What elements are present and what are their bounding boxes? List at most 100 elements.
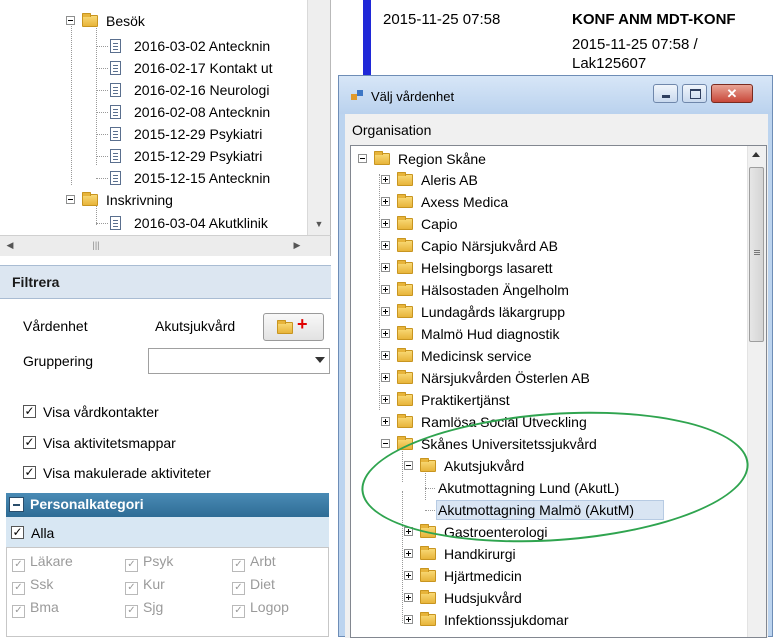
folder-icon [397,216,413,230]
organisation-label: Organisation [352,122,432,138]
staff-category-header[interactable]: Personalkategori [6,493,329,517]
expand-icon[interactable] [404,615,413,624]
document-icon [110,127,121,141]
folder-icon [82,13,98,27]
expand-icon[interactable] [381,395,390,404]
folder-icon [82,192,98,206]
document-icon [110,105,121,119]
tree-horizontal-scrollbar[interactable]: ◀ ||| ▶ [0,235,331,256]
checkbox[interactable]: ✓ [23,405,36,418]
select-care-unit-button[interactable]: + [263,313,324,341]
folder-icon [397,238,413,252]
entry-timestamp: 2015-11-25 07:58 / [572,36,698,53]
collapse-icon[interactable] [9,497,24,512]
scroll-down-icon[interactable]: ▼ [311,216,327,232]
folder-icon [420,590,436,604]
expand-icon[interactable] [381,263,390,272]
folder-icon [420,458,436,472]
chevron-down-icon [315,357,325,363]
folder-icon [397,172,413,186]
staff-category-title: Personalkategori [30,496,144,512]
scroll-left-icon[interactable]: ◀ [2,237,18,253]
minimize-button[interactable] [653,84,678,103]
folder-icon [374,151,390,165]
folder-icon [397,436,413,450]
expand-icon[interactable] [404,549,413,558]
document-icon [110,39,121,53]
organisation-tree[interactable]: Region Skåne Aleris AB Axess Medica Capi… [350,145,767,638]
filter-title: Filtrera [12,274,60,290]
expand-icon[interactable] [381,175,390,184]
checkbox[interactable]: ✓ [23,436,36,449]
entry-color-bar [363,0,371,80]
staff-checkbox[interactable]: ✓ Läkare [12,553,73,572]
entry-date: 2015-11-25 07:58 [383,11,501,28]
collapse-icon[interactable] [358,154,367,163]
folder-icon [397,392,413,406]
tree-guide [379,174,380,410]
expand-icon[interactable] [381,197,390,206]
document-icon [110,149,121,163]
checkbox[interactable]: ✓ [11,526,24,539]
folder-icon [420,568,436,582]
folder-icon [397,194,413,208]
expand-icon[interactable] [381,373,390,382]
staff-checkbox[interactable]: ✓ Ssk [12,576,53,595]
tree-vertical-scrollbar[interactable]: ▼ [307,0,330,235]
checkbox[interactable]: ✓ [23,466,36,479]
scrollbar-grip-icon[interactable]: ||| [88,237,104,253]
dialog-title: Välj vårdenhet [371,89,455,104]
care-unit-value: Akutsjukvård [155,318,236,334]
staff-checkbox[interactable]: ✓ Logop [232,599,289,618]
staff-checkbox[interactable]: ✓ Psyk [125,553,173,572]
plus-icon: + [297,314,308,334]
select-care-unit-dialog: Välj vårdenhet ✕ Organisation Region Skå… [338,75,773,638]
maximize-button[interactable] [682,84,707,103]
close-button[interactable]: ✕ [711,84,753,103]
staff-checkbox[interactable]: ✓ Bma [12,599,59,618]
staff-all-row: ✓ Alla [6,517,329,547]
expand-icon[interactable] [381,241,390,250]
record-tree[interactable]: Besök 2016-03-02 Antecknin 2016-02-17 Ko… [0,0,331,235]
folder-icon [397,304,413,318]
staff-checkbox[interactable]: ✓ Arbt [232,553,276,572]
expand-icon[interactable] [404,593,413,602]
expand-icon[interactable] [404,571,413,580]
expand-icon[interactable] [381,307,390,316]
staff-checkbox[interactable]: ✓ Kur [125,576,165,595]
collapse-icon[interactable] [381,439,390,448]
dialog-titlebar[interactable]: Välj vårdenhet ✕ [339,76,772,114]
tree-guide [96,20,97,165]
scroll-up-icon[interactable] [752,152,760,157]
folder-icon [397,326,413,340]
folder-icon [420,546,436,560]
expand-icon[interactable] [381,417,390,426]
document-icon [110,61,121,75]
grouping-label: Gruppering [23,353,94,369]
collapse-icon[interactable] [66,16,75,25]
expand-icon[interactable] [381,219,390,228]
folder-icon [397,260,413,274]
document-icon [110,216,121,230]
scrollbar-thumb[interactable] [749,167,764,342]
staff-checkbox[interactable]: ✓ Sjg [125,599,163,618]
folder-icon [397,414,413,428]
app-icon [351,90,364,102]
organisation-vertical-scrollbar[interactable] [747,146,766,637]
staff-checkbox[interactable]: ✓ Diet [232,576,275,595]
expand-icon[interactable] [404,527,413,536]
expand-icon[interactable] [381,285,390,294]
collapse-icon[interactable] [66,195,75,204]
document-icon [110,83,121,97]
collapse-icon[interactable] [404,461,413,470]
expand-icon[interactable] [381,351,390,360]
expand-icon[interactable] [381,329,390,338]
folder-icon [420,612,436,626]
dialog-body: Organisation Region Skåne Aleris AB Axes… [345,114,768,638]
folder-icon [397,282,413,296]
care-unit-label: Vårdenhet [23,318,88,334]
scroll-right-icon[interactable]: ▶ [289,237,305,253]
grouping-dropdown[interactable] [148,348,330,374]
tree-guide [402,491,403,623]
staff-category-grid: ✓ Läkare ✓ Psyk ✓ Arbt ✓ Ssk ✓ Kur ✓ Diet ✓ Bma… [6,547,329,637]
